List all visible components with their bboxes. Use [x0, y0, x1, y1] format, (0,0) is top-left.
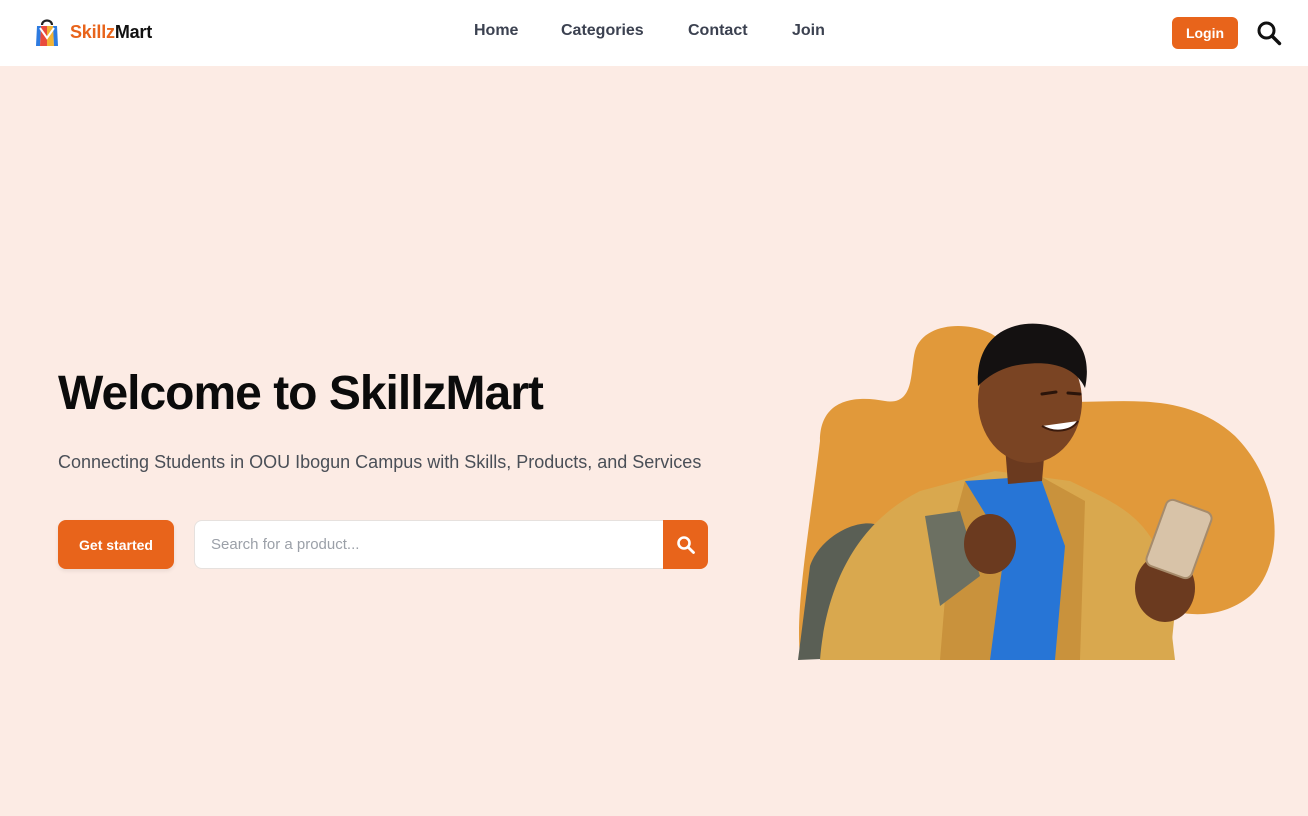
login-button[interactable]: Login	[1172, 17, 1238, 49]
nav-home[interactable]: Home	[474, 22, 518, 40]
search-icon[interactable]	[1256, 20, 1282, 46]
nav-contact[interactable]: Contact	[688, 22, 748, 40]
student-with-phone-illustration	[798, 323, 1275, 660]
hero-title: Welcome to SkillzMart	[58, 367, 544, 420]
top-navbar: SkillzMart Home Categories Contact Join …	[0, 0, 1308, 66]
search-icon	[676, 535, 695, 554]
product-search-bar	[194, 520, 708, 569]
main-nav: Home Categories Contact Join	[0, 22, 1308, 44]
hero-subtitle: Connecting Students in OOU Ibogun Campus…	[58, 452, 702, 472]
product-search-input[interactable]	[194, 520, 663, 569]
nav-join[interactable]: Join	[792, 22, 825, 40]
search-submit-button[interactable]	[663, 520, 708, 569]
get-started-button[interactable]: Get started	[58, 520, 174, 569]
hero-section: Welcome to SkillzMart Connecting Student…	[0, 66, 1308, 816]
nav-categories[interactable]: Categories	[561, 22, 644, 40]
